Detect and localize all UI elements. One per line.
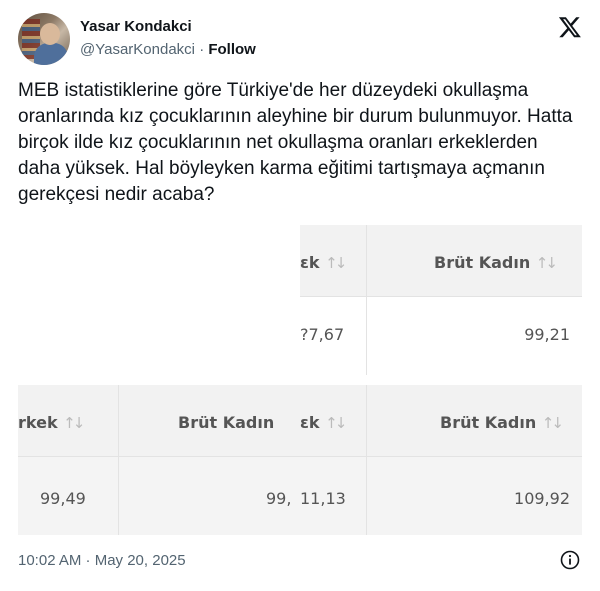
column-divider xyxy=(366,385,367,535)
header-brut-kadin-label: Brüt Kadın xyxy=(434,253,531,272)
info-icon[interactable] xyxy=(560,550,580,570)
tweet-text: MEB istatistiklerine göre Türkiye'de her… xyxy=(18,80,573,205)
author-name[interactable]: Yasar Kondakci xyxy=(80,18,192,35)
sort-arrows-icon[interactable]: ↑↓ xyxy=(325,254,347,272)
x-logo-icon[interactable] xyxy=(558,15,582,39)
sort-arrows-icon[interactable]: ↑↓ xyxy=(63,414,85,432)
value-erkek: ?7,67 xyxy=(300,325,345,344)
value-erkek: 99,49 xyxy=(40,489,86,508)
avatar-body xyxy=(34,43,68,65)
table-tile-bottom-right: ɛk ↑↓ Brüt Kadın ↑↓ 11,13 109,92 xyxy=(300,385,582,535)
value-erkek: 11,13 xyxy=(300,489,346,508)
sort-arrows-icon[interactable]: ↑↓ xyxy=(542,414,564,432)
timestamp[interactable]: 10:02 AM · May 20, 2025 xyxy=(18,552,186,569)
column-divider xyxy=(118,385,119,535)
follow-button[interactable]: Follow xyxy=(208,41,256,58)
header-erkek: ɛk ↑↓ xyxy=(300,413,347,432)
header-erkek-label: ɛk xyxy=(300,413,320,432)
header-brut-kadin: Brüt Kadın xyxy=(178,413,274,432)
header-brut-kadin-label: Brüt Kadın xyxy=(440,413,537,432)
table-tile-bottom-left: rkek ↑↓ Brüt Kadın 99,49 99, xyxy=(18,385,300,535)
tweet-media[interactable]: ɛk ↑↓ Brüt Kadın ↑↓ ?7,67 99,21 rkek ↑↓ … xyxy=(18,225,582,535)
header-erkek: ɛk ↑↓ xyxy=(300,253,347,272)
separator: · xyxy=(199,41,205,58)
column-divider xyxy=(366,225,367,375)
tweet-header: Yasar Kondakci @YasarKondakci · Follow xyxy=(18,13,584,65)
avatar-head xyxy=(40,23,60,45)
value-brut-kadin: 99,21 xyxy=(524,325,570,344)
value-brut-kadin: 99, xyxy=(266,489,292,508)
header-brut-kadin: Brüt Kadın ↑↓ xyxy=(440,413,564,432)
sort-arrows-icon[interactable]: ↑↓ xyxy=(325,414,347,432)
header-erkek-label: rkek xyxy=(18,413,58,432)
header-brut-kadin-label: Brüt Kadın xyxy=(178,413,275,432)
header-brut-kadin: Brüt Kadın ↑↓ xyxy=(434,253,558,272)
sort-arrows-icon[interactable]: ↑↓ xyxy=(536,254,558,272)
handle-row: @YasarKondakci · Follow xyxy=(80,41,256,58)
tweet-footer: 10:02 AM · May 20, 2025 xyxy=(18,550,584,572)
author-handle[interactable]: @YasarKondakci xyxy=(80,41,195,58)
header-erkek-label: ɛk xyxy=(300,253,320,272)
value-brut-kadin: 109,92 xyxy=(514,489,570,508)
table-tile-top-right: ɛk ↑↓ Brüt Kadın ↑↓ ?7,67 99,21 xyxy=(300,225,582,375)
avatar[interactable] xyxy=(18,13,70,65)
header-erkek: rkek ↑↓ xyxy=(18,413,85,432)
